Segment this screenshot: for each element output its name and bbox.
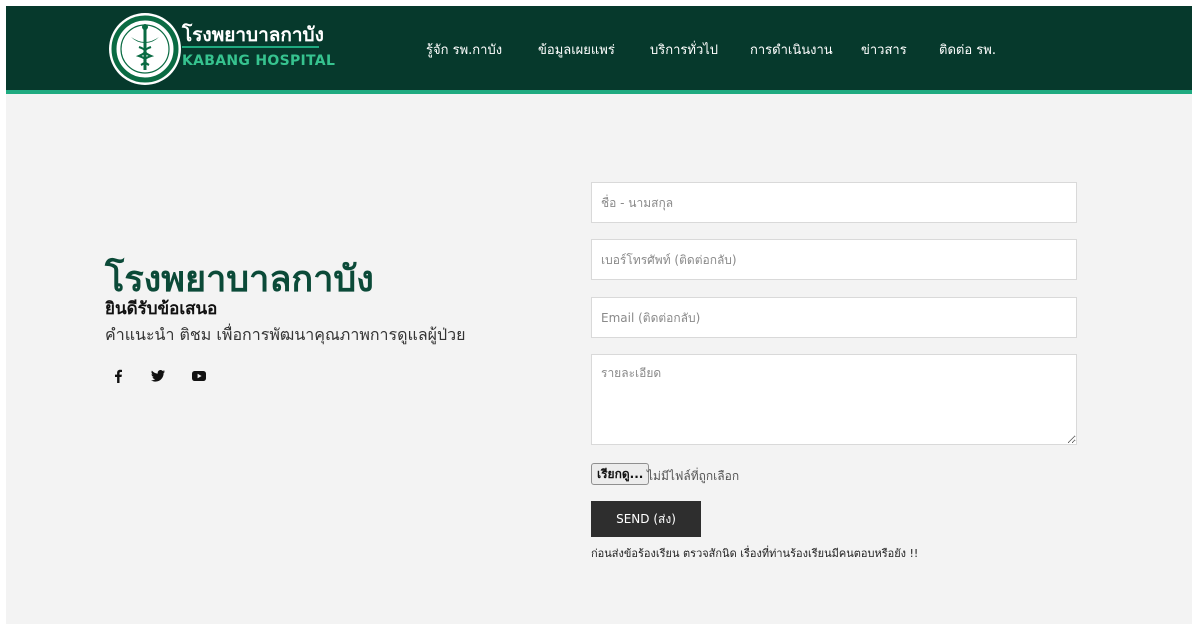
nav-publications[interactable]: ข้อมูลเผยแพร่: [538, 39, 615, 60]
facebook-icon[interactable]: [108, 366, 128, 386]
nav-about[interactable]: รู้จัก รพ.กาบัง: [426, 39, 502, 60]
hospital-logo[interactable]: [109, 13, 181, 85]
nav-operations[interactable]: การดำเนินงาน: [750, 39, 833, 60]
page: โรงพยาบาลกาบัง KABANG HOSPITAL รู้จัก รพ…: [6, 6, 1192, 624]
caduceus-emblem-icon: [111, 15, 179, 83]
brand-name-english[interactable]: KABANG HOSPITAL: [182, 53, 335, 69]
email-input[interactable]: [591, 297, 1077, 338]
send-button[interactable]: SEND (ส่ง): [591, 501, 701, 537]
nav-news[interactable]: ข่าวสาร: [861, 39, 907, 60]
site-header: โรงพยาบาลกาบัง KABANG HOSPITAL รู้จัก รพ…: [6, 6, 1192, 94]
nav-services[interactable]: บริการทั่วไป: [650, 39, 718, 60]
fullname-input[interactable]: [591, 182, 1077, 223]
nav-contact[interactable]: ติดต่อ รพ.: [939, 39, 996, 60]
youtube-icon[interactable]: [189, 366, 209, 386]
file-browse-button[interactable]: เรียกดู...: [591, 463, 650, 485]
form-note: ก่อนส่งข้อร้องเรียน ตรวจสักนิด เรื่องที่…: [591, 547, 919, 560]
phone-input[interactable]: [591, 239, 1077, 280]
hero-subtitle: ยินดีรับข้อเสนอ: [105, 299, 218, 319]
file-status-text: ไม่มีไฟล์ที่ถูกเลือก: [647, 469, 740, 483]
brand-divider: [182, 46, 319, 48]
twitter-icon[interactable]: [148, 366, 168, 386]
details-textarea[interactable]: [591, 354, 1077, 445]
hero-description: คำแนะนำ ติชม เพื่อการพัฒนาคุณภาพการดูแลผ…: [105, 325, 466, 344]
